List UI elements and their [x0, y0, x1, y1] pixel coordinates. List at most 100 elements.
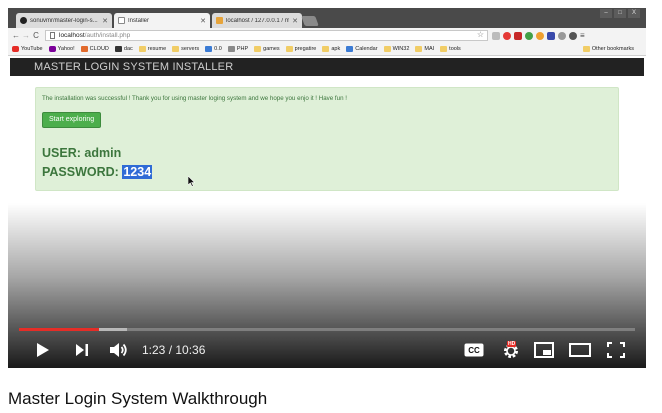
user-label: USER: — [42, 146, 81, 160]
bookmark-win32[interactable]: WIN32 — [383, 46, 410, 52]
folder-icon — [138, 46, 146, 52]
bookmark-0-0[interactable]: 0.0 — [205, 46, 222, 52]
folder-icon — [254, 46, 262, 52]
bookmark-label: games — [263, 46, 280, 52]
volume-button[interactable] — [106, 336, 132, 364]
captions-button[interactable]: CC — [462, 336, 486, 364]
address-bar[interactable]: localhost/auth/install.php ☆ — [45, 30, 488, 41]
maximize-button[interactable]: □ — [614, 9, 626, 18]
tab-github[interactable]: sonuvmr/master-login-s... ✕ — [16, 13, 112, 28]
tab-phpmyadmin[interactable]: localhost / 127.0.0.1 / mlo... ✕ — [212, 13, 302, 28]
folder-icon — [172, 46, 180, 52]
calendar-icon — [346, 46, 354, 52]
opera-icon[interactable] — [503, 31, 511, 40]
bookmark-label: servers — [181, 46, 200, 52]
fullscreen-button[interactable] — [604, 336, 628, 364]
close-icon[interactable]: ✕ — [200, 17, 206, 25]
pumpkin-icon[interactable] — [536, 31, 544, 40]
time-display: 1:23 / 10:36 — [142, 343, 206, 357]
tab-label: sonuvmr/master-login-s... — [30, 17, 98, 24]
user-credential: USER: admin — [42, 146, 121, 160]
hd-badge: HD — [507, 341, 517, 347]
bookmark-label: resume — [147, 46, 167, 52]
folder-icon — [383, 46, 391, 52]
password-value: 1234 — [122, 165, 153, 179]
bookmark-label: MAI — [424, 46, 435, 52]
mouse-cursor-icon — [188, 176, 196, 187]
volume-icon — [110, 343, 127, 357]
miniplayer-button[interactable] — [532, 336, 556, 364]
reload-icon[interactable]: C — [31, 31, 41, 40]
other-bookmarks[interactable]: Other bookmarks — [582, 46, 634, 52]
url-host: localhost — [59, 32, 85, 39]
bookmark-resume[interactable]: resume — [138, 46, 167, 52]
bookmark-php[interactable]: PHP — [227, 46, 248, 52]
phpmyadmin-icon — [216, 17, 223, 24]
url-path: /auth/install.php — [84, 32, 131, 39]
folder-icon — [415, 46, 423, 52]
bookmark-cloud[interactable]: CLOUD — [80, 46, 109, 52]
video-title[interactable]: Master Login System Walkthrough — [8, 389, 267, 409]
bookmark-calendar[interactable]: Calendar — [346, 46, 378, 52]
extension-icon[interactable] — [547, 31, 555, 40]
progress-played — [19, 328, 100, 331]
tab-installer[interactable]: Installer ✕ — [114, 13, 210, 28]
password-credential: PASSWORD: 1234 — [42, 165, 153, 179]
theater-mode-button[interactable] — [567, 336, 593, 364]
close-icon[interactable]: ✕ — [102, 17, 108, 25]
bookmark-apk[interactable]: apk — [322, 46, 340, 52]
bookmark-mai[interactable]: MAI — [415, 46, 434, 52]
php-icon — [227, 46, 235, 52]
closed-captions-icon: CC — [464, 343, 484, 357]
play-button[interactable] — [30, 336, 56, 364]
window-controls: – □ X — [600, 9, 640, 18]
progress-bar[interactable] — [19, 328, 635, 331]
folder-icon — [440, 46, 448, 52]
theater-mode-icon — [569, 343, 591, 357]
bookmark-tools[interactable]: tools — [440, 46, 461, 52]
app-icon — [205, 46, 213, 52]
bookmark-servers[interactable]: servers — [172, 46, 199, 52]
yahoo-icon — [48, 46, 56, 52]
bookmark-dac[interactable]: dac — [114, 46, 133, 52]
bookmark-label: WIN32 — [392, 46, 410, 52]
back-arrow-icon[interactable]: ← — [11, 31, 21, 40]
extension-icons: ≡ — [492, 31, 588, 40]
bookmark-label: dac — [123, 46, 133, 52]
bookmark-label: Yahoo! — [57, 46, 75, 52]
bookmark-youtube[interactable]: YouTube — [12, 46, 43, 52]
shield-icon[interactable] — [558, 31, 566, 40]
adblock-icon[interactable] — [514, 31, 522, 40]
start-exploring-button[interactable]: Start exploring — [42, 112, 102, 128]
bookmark-pregatire[interactable]: pregatire — [285, 46, 317, 52]
extension-icon[interactable] — [492, 31, 500, 40]
bookmark-games[interactable]: games — [254, 46, 280, 52]
bookmark-label: CLOUD — [89, 46, 109, 52]
site-brand[interactable]: MASTER LOGIN SYSTEM INSTALLER — [34, 61, 233, 73]
bookmark-yahoo[interactable]: Yahoo! — [48, 46, 75, 52]
close-window-button[interactable]: X — [628, 9, 640, 18]
youtube-icon — [12, 46, 19, 52]
fullscreen-icon — [607, 342, 625, 358]
site-navbar: MASTER LOGIN SYSTEM INSTALLER — [10, 58, 644, 76]
settings-button[interactable]: HD — [498, 336, 524, 364]
browser-toolbar: ← → C localhost/auth/install.php ☆ ≡ — [8, 28, 646, 43]
next-button[interactable] — [70, 336, 94, 364]
bookmarks-bar: YouTube Yahoo! CLOUD dac resume servers … — [8, 43, 646, 56]
user-value: admin — [84, 146, 122, 160]
minimize-button[interactable]: – — [600, 9, 612, 18]
evernote-icon[interactable] — [525, 31, 533, 40]
bookmark-label: pregatire — [294, 46, 317, 52]
player-controls: 1:23 / 10:36 CC HD — [8, 336, 646, 364]
video-player[interactable]: sonuvmr/master-login-s... ✕ Installer ✕ … — [8, 8, 646, 368]
forward-arrow-icon[interactable]: → — [21, 31, 31, 40]
menu-icon[interactable]: ≡ — [580, 31, 588, 40]
password-label: PASSWORD: — [42, 165, 119, 179]
new-tab-button[interactable] — [301, 16, 319, 26]
gear-icon[interactable] — [569, 31, 577, 40]
dac-icon — [114, 46, 122, 52]
tab-label: localhost / 127.0.0.1 / mlo... — [226, 17, 290, 24]
bookmark-star-icon[interactable]: ☆ — [477, 30, 484, 39]
folder-icon — [322, 46, 330, 52]
close-icon[interactable]: ✕ — [292, 17, 298, 25]
